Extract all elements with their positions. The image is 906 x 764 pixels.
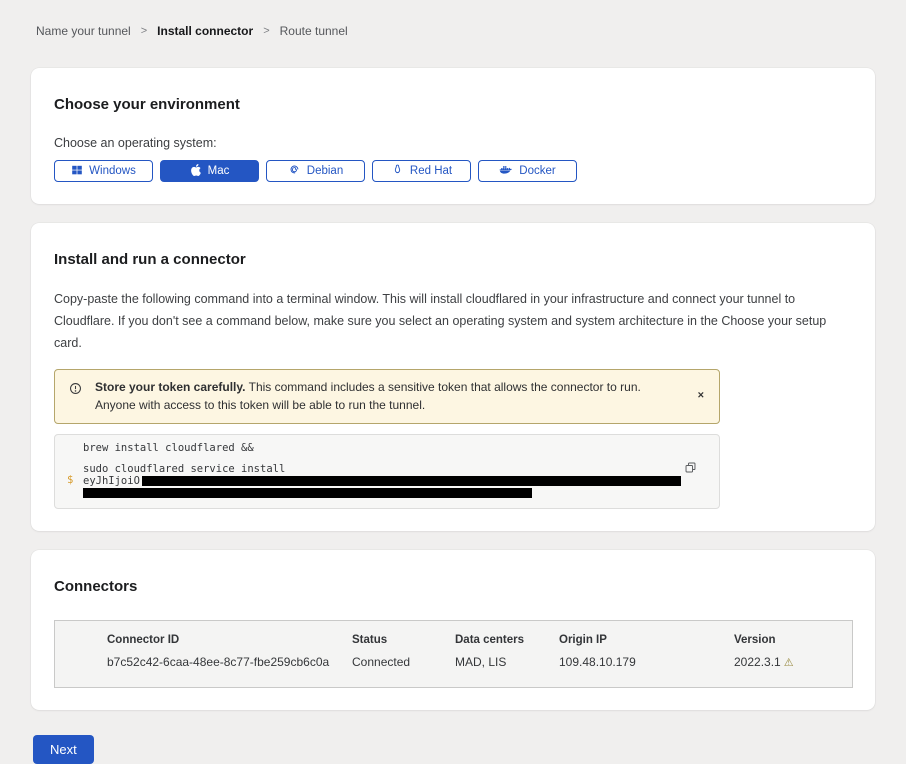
install-card-title: Install and run a connector	[54, 251, 846, 269]
table-header: Connector ID	[107, 634, 352, 646]
warning-title: Store your token carefully.	[95, 380, 246, 394]
next-button[interactable]: Next	[33, 735, 94, 764]
connectors-card: Connectors Connector ID b7c52c42-6caa-48…	[31, 550, 875, 710]
token-warning-banner: Store your token carefully. This command…	[54, 369, 720, 424]
column-origin-ip: Origin IP 109.48.10.179	[559, 634, 734, 687]
install-command-code-block: $ brew install cloudflared && sudo cloud…	[54, 434, 720, 509]
column-connector-id: Connector ID b7c52c42-6caa-48ee-8c77-fbe…	[107, 634, 352, 687]
breadcrumb-step-route-tunnel[interactable]: Route tunnel	[280, 24, 348, 38]
environment-card-title: Choose your environment	[54, 96, 846, 114]
os-button-mac[interactable]: Mac	[160, 160, 259, 182]
windows-logo-icon	[71, 164, 83, 179]
os-button-label: Docker	[519, 165, 555, 177]
column-data-centers: Data centers MAD, LIS	[455, 634, 559, 687]
version-warning-icon: ⚠	[784, 657, 794, 669]
column-status: Status Connected	[352, 634, 455, 687]
redhat-penguin-icon	[391, 163, 404, 179]
token-prefix: eyJhIjoiO	[83, 475, 140, 487]
data-centers-value: MAD, LIS	[455, 655, 559, 669]
os-button-label: Mac	[208, 165, 230, 177]
debian-swirl-icon	[288, 163, 301, 179]
install-connector-card: Install and run a connector Copy-paste t…	[31, 223, 875, 531]
token-line-2	[83, 488, 679, 499]
install-card-description: Copy-paste the following command into a …	[54, 289, 846, 355]
table-header: Origin IP	[559, 634, 734, 646]
redacted-token-bar	[142, 476, 681, 486]
command-line-2: sudo cloudflared service install	[83, 464, 679, 475]
os-button-windows[interactable]: Windows	[54, 160, 153, 182]
close-icon[interactable]: ×	[698, 391, 704, 402]
os-button-group: Windows Mac Debian	[54, 160, 846, 182]
breadcrumb-step-install-connector[interactable]: Install connector	[157, 24, 253, 38]
os-button-label: Debian	[307, 165, 343, 177]
breadcrumb-separator: >	[263, 25, 269, 37]
connectors-table: Connector ID b7c52c42-6caa-48ee-8c77-fbe…	[54, 620, 853, 688]
copy-icon[interactable]	[684, 461, 697, 477]
tunnel-setup-page: Name your tunnel > Install connector > R…	[0, 0, 906, 764]
version-value: 2022.3.1⚠	[734, 655, 852, 669]
docker-whale-icon	[499, 163, 513, 179]
status-badge: Connected	[352, 655, 455, 669]
os-button-redhat[interactable]: Red Hat	[372, 160, 471, 182]
table-header: Version	[734, 634, 852, 646]
os-button-docker[interactable]: Docker	[478, 160, 577, 182]
redacted-token-bar	[83, 488, 532, 498]
choose-environment-card: Choose your environment Choose an operat…	[31, 68, 875, 204]
os-select-label: Choose an operating system:	[54, 136, 846, 150]
table-header: Status	[352, 634, 455, 646]
shell-prompt: $	[67, 475, 73, 486]
os-button-label: Windows	[89, 165, 136, 177]
connector-id-value: b7c52c42-6caa-48ee-8c77-fbe259cb6c0a	[107, 655, 352, 669]
origin-ip-value: 109.48.10.179	[559, 655, 734, 669]
os-button-label: Red Hat	[410, 165, 452, 177]
command-line-1: brew install cloudflared &&	[83, 443, 679, 454]
table-header: Data centers	[455, 634, 559, 646]
breadcrumb-step-name-tunnel[interactable]: Name your tunnel	[36, 24, 131, 38]
column-version: Version 2022.3.1⚠	[734, 634, 852, 687]
breadcrumb-separator: >	[141, 25, 147, 37]
breadcrumb: Name your tunnel > Install connector > R…	[36, 24, 875, 38]
apple-logo-icon	[190, 164, 202, 179]
connectors-card-title: Connectors	[54, 578, 846, 596]
token-line: eyJhIjoiO	[83, 476, 679, 487]
circle-exclamation-icon	[68, 381, 83, 402]
os-button-debian[interactable]: Debian	[266, 160, 365, 182]
